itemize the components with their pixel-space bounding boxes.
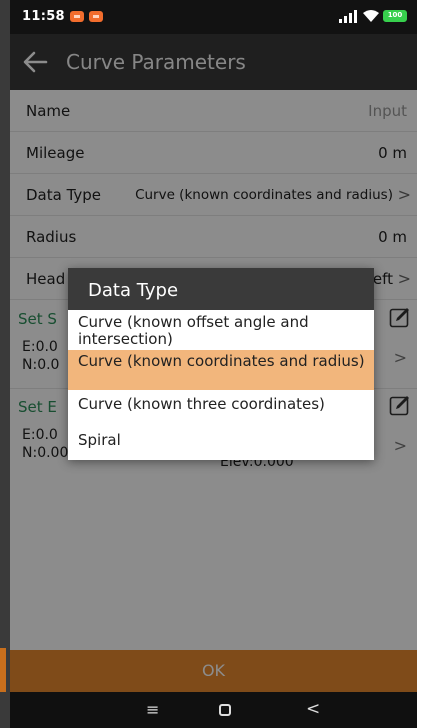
wifi-icon <box>363 10 379 22</box>
notification-icon <box>89 11 103 22</box>
nav-menu-icon[interactable]: ≡ <box>146 700 159 719</box>
battery-icon: 100 <box>383 10 407 22</box>
option-spiral[interactable]: Spiral <box>68 432 374 456</box>
screenshot-frame: 11:58 100 Curve Parameters Name Input Mi… <box>0 0 423 728</box>
status-bar: 11:58 100 <box>10 0 417 34</box>
data-type-dialog: Data Type Curve (known offset angle and … <box>68 268 374 460</box>
dialog-title: Data Type <box>68 268 374 310</box>
option-coordinates-radius[interactable]: Curve (known coordinates and radius) <box>68 350 374 390</box>
option-three-coordinates[interactable]: Curve (known three coordinates) <box>68 396 374 422</box>
left-edge-strip <box>0 0 10 728</box>
signal-icon <box>339 10 357 23</box>
right-edge-strip <box>417 0 423 728</box>
phone-screen: 11:58 100 Curve Parameters Name Input Mi… <box>10 0 417 728</box>
system-nav-bar: ≡ < <box>10 692 417 728</box>
nav-home-icon[interactable] <box>219 704 231 716</box>
notification-icon <box>70 11 84 22</box>
nav-back-icon[interactable]: < <box>306 699 320 719</box>
status-time: 11:58 <box>22 9 65 24</box>
option-offset-angle-intersection[interactable]: Curve (known offset angle and intersecti… <box>68 314 374 350</box>
